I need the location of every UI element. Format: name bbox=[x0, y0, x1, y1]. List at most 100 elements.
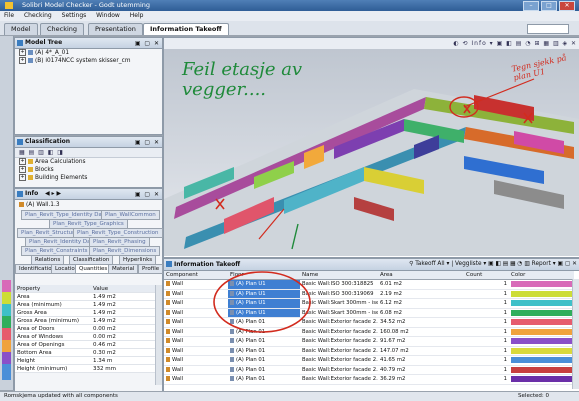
color-swatch bbox=[511, 309, 572, 316]
property-row[interactable]: Gross Area (minimum) 1.49 m2 bbox=[15, 316, 155, 325]
menu-window[interactable]: Window bbox=[92, 11, 124, 20]
classification-toolbar[interactable]: ▦ ▤ ▥ ◧ ◨ bbox=[15, 148, 162, 158]
panel-controls-icon[interactable]: ▣ ▢ ✕ bbox=[135, 190, 160, 200]
panel-controls-icon[interactable]: ▣ ▢ ✕ bbox=[135, 39, 160, 49]
property-name: Area (minimum) bbox=[15, 300, 91, 309]
info-selection: (A) Wall.1.3 bbox=[15, 200, 162, 210]
wall-icon bbox=[166, 300, 170, 306]
tab-profile[interactable]: Profile bbox=[138, 264, 164, 274]
tab-quantities[interactable]: Quantities bbox=[75, 264, 112, 274]
minimize-button[interactable]: – bbox=[523, 1, 539, 11]
color-swatch bbox=[511, 300, 572, 307]
property-name: Area of Openings bbox=[15, 340, 91, 349]
floor-cell-text: (A) Plan 01 bbox=[236, 366, 266, 373]
report-button[interactable]: Report bbox=[532, 261, 551, 267]
panel-controls-icon[interactable]: ▣ ▢ ✕ bbox=[135, 138, 160, 148]
property-row[interactable]: Height 1.34 m bbox=[15, 356, 155, 365]
tree-item[interactable]: + Building Elements bbox=[15, 174, 162, 182]
color-cell[interactable] bbox=[509, 308, 574, 318]
tree-item[interactable]: + Area Calculations bbox=[15, 158, 162, 166]
tab-model[interactable]: Model bbox=[4, 23, 38, 35]
tree-item[interactable]: + (B) i0174NCC system skisser_cm bbox=[15, 57, 162, 65]
menu-checking[interactable]: Checking bbox=[20, 11, 56, 20]
property-row[interactable]: Area of Openings 0.46 m2 bbox=[15, 340, 155, 349]
property-name: Bottom Area bbox=[15, 348, 91, 357]
count-cell: 1 bbox=[464, 374, 509, 385]
table-row[interactable]: Wall (A) Plan 01 Basic Wall:Exterior facad… bbox=[164, 355, 574, 366]
takeoff-all-button[interactable]: Takeoff All bbox=[415, 261, 444, 267]
column-header[interactable]: Color bbox=[509, 271, 574, 280]
veggliste-select[interactable]: Veggliste bbox=[455, 261, 482, 267]
menu-file[interactable]: File bbox=[0, 11, 18, 20]
color-cell[interactable] bbox=[509, 365, 574, 375]
app-icon bbox=[5, 2, 13, 9]
expand-icon[interactable]: + bbox=[19, 57, 26, 64]
count-cell: 1 bbox=[464, 336, 509, 347]
floor-cell-text: (A) Plan 01 bbox=[236, 357, 266, 364]
color-swatch bbox=[511, 376, 572, 383]
close-button[interactable]: ✕ bbox=[559, 1, 575, 11]
floor-cell: (A) Plan 01 bbox=[228, 355, 300, 366]
color-cell[interactable] bbox=[509, 289, 574, 299]
expand-icon[interactable]: + bbox=[19, 174, 26, 181]
component-cell-text: Wall bbox=[172, 309, 184, 316]
property-row[interactable]: Height (minimum) 332 mm bbox=[15, 364, 155, 373]
menu-help[interactable]: Help bbox=[126, 11, 148, 20]
tab-presentation[interactable]: Presentation bbox=[88, 23, 143, 35]
perspective-tabs: Model Checking Presentation Information … bbox=[0, 21, 579, 36]
tree-item[interactable]: + (A) 4*_A_01 bbox=[15, 49, 162, 57]
area-cell: 91.67 m2 bbox=[378, 336, 464, 347]
property-row[interactable]: Gross Area 1.49 m2 bbox=[15, 308, 155, 317]
panel-controls-icon[interactable]: ▣ ▢ ✕ bbox=[558, 261, 578, 267]
menu-settings[interactable]: Settings bbox=[58, 11, 91, 20]
property-row[interactable]: Bottom Area 0.30 m2 bbox=[15, 348, 155, 357]
column-header[interactable]: Value bbox=[91, 285, 155, 293]
toolbar-icons[interactable]: ▣ ◧ ▤ ▦ ◔ ▥ bbox=[488, 261, 530, 267]
color-cell[interactable] bbox=[509, 279, 574, 290]
nav-arrows-icon[interactable]: ◀ ▸ ▶ bbox=[45, 189, 61, 199]
model-icon bbox=[28, 50, 33, 55]
component-cell: Wall bbox=[164, 346, 228, 356]
color-cell[interactable] bbox=[509, 374, 574, 385]
property-row[interactable]: Area of Doors 0.00 m2 bbox=[15, 324, 155, 333]
floor-cell: (A) Plan 01 bbox=[228, 374, 300, 385]
classification-header: Classification ▣ ▢ ✕ bbox=[15, 137, 162, 148]
color-cell[interactable] bbox=[509, 317, 574, 328]
column-header[interactable]: Area bbox=[378, 271, 464, 280]
property-row[interactable]: Area of Windows 0.00 m2 bbox=[15, 332, 155, 341]
expand-icon[interactable]: + bbox=[19, 166, 26, 173]
tab-information-takeoff[interactable]: Information Takeoff bbox=[143, 23, 229, 35]
search-input[interactable] bbox=[527, 24, 569, 34]
property-value: 332 mm bbox=[91, 364, 155, 373]
expand-icon[interactable]: + bbox=[19, 158, 26, 165]
property-row[interactable]: Area 1.49 m2 bbox=[15, 292, 155, 301]
color-swatch bbox=[511, 319, 572, 326]
property-row[interactable]: Area (minimum) 1.49 m2 bbox=[15, 300, 155, 309]
color-swatch bbox=[511, 366, 572, 373]
component-cell-text: Wall bbox=[172, 366, 184, 373]
maximize-button[interactable]: □ bbox=[541, 1, 557, 11]
table-row[interactable]: Wall (A) Plan 01 Basic Wall:Exterior facad… bbox=[164, 365, 574, 375]
folder-icon bbox=[28, 167, 33, 172]
properties-scrollbar[interactable] bbox=[155, 285, 162, 385]
component-cell: Wall bbox=[164, 365, 228, 375]
column-header[interactable]: Count bbox=[464, 271, 509, 280]
color-cell[interactable] bbox=[509, 355, 574, 366]
floor-cell-text: (A) Plan 01 bbox=[236, 376, 266, 383]
takeoff-scrollbar[interactable] bbox=[572, 279, 579, 389]
color-cell[interactable] bbox=[509, 336, 574, 347]
tab-material[interactable]: Material bbox=[108, 264, 139, 274]
tab-checking[interactable]: Checking bbox=[40, 23, 85, 35]
color-cell[interactable] bbox=[509, 327, 574, 337]
color-cell[interactable] bbox=[509, 298, 574, 309]
tree-item[interactable]: + Blocks bbox=[15, 166, 162, 174]
table-row[interactable]: Wall (A) Plan 01 Basic Wall:Exterior facad… bbox=[164, 346, 574, 356]
table-row[interactable]: Wall (A) Plan 01 Basic Wall:Exterior facad… bbox=[164, 374, 574, 385]
component-cell-text: Wall bbox=[172, 281, 184, 288]
color-cell[interactable] bbox=[509, 346, 574, 356]
3d-view-panel: ◐ ⟲ Info ▾ ▣ ◧ ▤ ◔ ⊞ ▦ ▥ ◈ ✕ Feil etasje… bbox=[163, 37, 579, 258]
filter-icon[interactable]: ⚲ bbox=[409, 261, 413, 267]
wall-icon bbox=[166, 319, 170, 325]
column-header[interactable]: Property bbox=[15, 285, 91, 293]
expand-icon[interactable]: + bbox=[19, 49, 26, 56]
